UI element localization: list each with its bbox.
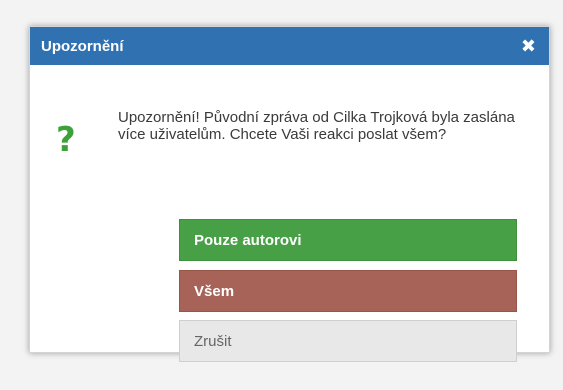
dialog-body: ? Upozornění! Původní zpráva od Cilka Tr… — [30, 65, 549, 390]
close-icon[interactable]: ✖ — [521, 37, 536, 55]
dialog-message: Upozornění! Původní zpráva od Cilka Troj… — [118, 109, 515, 143]
confirmation-dialog: Upozornění ✖ ? Upozornění! Původní zpráv… — [29, 26, 550, 362]
reply-all-button[interactable]: Všem — [179, 270, 517, 312]
cancel-button[interactable]: Zrušit — [179, 320, 517, 362]
reply-author-button[interactable]: Pouze autorovi — [179, 219, 517, 261]
question-icon: ? — [56, 120, 76, 160]
dialog-titlebar: Upozornění ✖ — [30, 27, 549, 65]
dialog-title: Upozornění — [41, 37, 124, 55]
